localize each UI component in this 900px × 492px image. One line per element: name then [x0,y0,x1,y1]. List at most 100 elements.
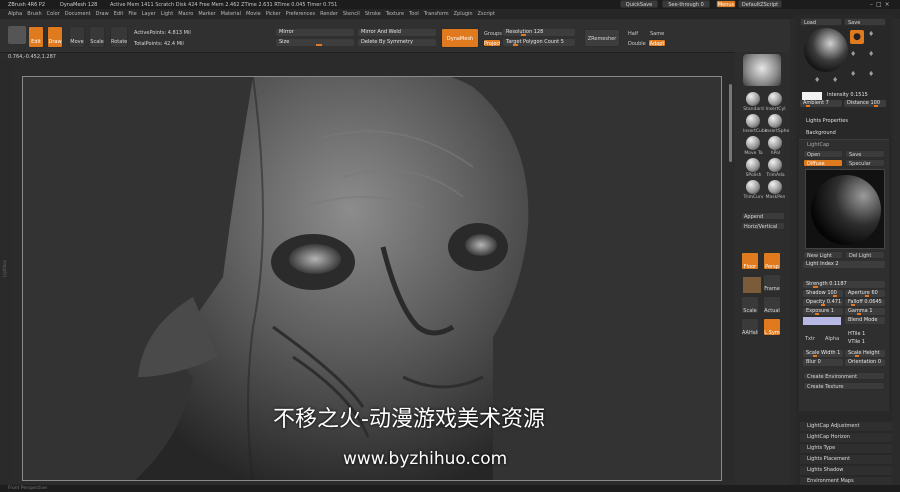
see-through-slider[interactable]: See-through 0 [662,0,710,8]
brush-maskpen-icon[interactable] [768,180,782,194]
quicksave-button[interactable]: QuickSave [620,0,658,8]
blend-mode-selector[interactable]: Blend Mode [845,317,885,324]
frame-button[interactable]: Frame [763,274,781,292]
blur-slider[interactable]: Blur 0 [803,359,843,366]
draw-button[interactable]: Draw [47,26,63,48]
rotate-button[interactable]: Rotate [110,26,128,48]
horiz-vertical-button[interactable]: Horiz/Vertical [741,222,785,230]
menu-item-edit[interactable]: Edit [114,11,124,17]
window-controls[interactable]: –□× [870,1,893,8]
dynamesh-button[interactable]: DynaMesh [441,28,479,48]
brush-hpol-icon[interactable] [768,136,782,150]
scale-height-slider[interactable]: Scale Height [845,350,885,357]
menu-item-draw[interactable]: Draw [96,11,109,17]
half-button[interactable]: Half [628,31,638,37]
resolution-slider[interactable]: Resolution 128 [503,29,575,36]
brush-trimcurv-icon[interactable] [746,180,760,194]
htile-slider[interactable]: HTile 1 [845,331,885,338]
subpalette-lights-shadow[interactable]: Lights Shadow [800,466,892,475]
gamma-slider[interactable]: Gamma 1 [845,308,885,315]
orientation-slider[interactable]: Orientation 0 [845,359,885,366]
color-swatch[interactable] [743,277,761,293]
open-button[interactable]: Open [803,150,843,158]
mirror-and-weld-button[interactable]: Mirror And Weld [358,29,436,36]
intensity-slider[interactable]: Intensity 0.1515 [824,92,884,99]
delete-by-symmetry-button[interactable]: Delete By Symmetry [358,39,436,46]
mirror-button[interactable]: Mirror [276,29,354,36]
menu-item-marker[interactable]: Marker [198,11,215,17]
scale-button[interactable]: Scale [741,296,759,314]
brush-insertcube-icon[interactable] [746,114,760,128]
brush-standard-icon[interactable] [746,92,760,106]
light-bulb-icon[interactable]: ♦ [850,50,856,58]
del-light-button[interactable]: Del Light [845,251,885,259]
light-tint-swatch[interactable] [803,317,841,325]
menu-item-preferences[interactable]: Preferences [286,11,315,17]
menu-item-light[interactable]: Light [161,11,173,17]
txtr-button[interactable]: Txtr [805,336,815,342]
brush-moveta-icon[interactable] [746,136,760,150]
scale-width-slider[interactable]: Scale Width 1 [803,350,843,357]
brush-insertsphe-icon[interactable] [768,114,782,128]
menu-item-render[interactable]: Render [320,11,338,17]
lightcap-header[interactable]: LightCap [807,142,829,148]
menu-item-color[interactable]: Color [47,11,60,17]
strength-slider[interactable]: Strength 0.1187 [803,281,885,288]
exposure-slider[interactable]: Exposure 1 [803,308,843,315]
menu-item-document[interactable]: Document [65,11,91,17]
lsym-button[interactable]: L.Sym [763,318,781,336]
menu-item-picker[interactable]: Picker [266,11,281,17]
double-button[interactable]: Double [628,41,646,47]
menu-item-alpha[interactable]: Alpha [8,11,22,17]
append-button[interactable]: Append [741,212,785,220]
light-index-slider[interactable]: Light Index 2 [803,261,885,268]
menu-item-layer[interactable]: Layer [142,11,156,17]
light-bulb-icon[interactable]: ♦ [850,70,856,78]
menu-item-tool[interactable]: Tool [409,11,419,17]
opacity-slider[interactable]: Opacity 0.471 [803,299,843,306]
light-bulb-icon[interactable]: ♦ [868,50,874,58]
floor-button[interactable]: Floor [741,252,759,270]
subpalette-lightcap-adjustment[interactable]: LightCap Adjustment [800,422,892,431]
menu-item-macro[interactable]: Macro [178,11,193,17]
adapt-button[interactable]: Adapt [648,39,666,47]
subpalette-lightcap-horizon[interactable]: LightCap Horizon [800,433,892,442]
scrollbar[interactable] [729,84,732,162]
size-slider[interactable]: Size [276,39,354,46]
edit-button[interactable]: Edit [28,26,44,48]
menu-item-zplugin[interactable]: Zplugin [454,11,473,17]
aahalf-button[interactable]: AAHalf [741,318,759,336]
lightbox-tab[interactable]: Lightbox [2,260,7,277]
aperture-slider[interactable]: Aperture 60 [845,290,885,297]
light-bulb-icon[interactable]: ♦ [814,76,820,84]
light-bulb-icon[interactable]: ♦ [832,76,838,84]
project-button[interactable]: Project [483,39,501,47]
light-bulb-icon[interactable]: ♦ [868,30,874,38]
brush-insertcyl-icon[interactable] [768,92,782,106]
diffuse-tab[interactable]: Diffuse [803,159,843,167]
scale-button[interactable]: Scale [89,26,105,48]
persp-button[interactable]: Persp [763,252,781,270]
load-button[interactable]: Load [800,18,842,26]
groups-label[interactable]: Groups [484,31,502,37]
shadow-slider[interactable]: Shadow 100 [803,290,843,297]
menu-item-texture[interactable]: Texture [386,11,404,17]
same-button[interactable]: Same [650,31,664,37]
move-button[interactable]: Move [69,26,85,48]
menu-item-movie[interactable]: Movie [246,11,261,17]
light-color-swatch[interactable] [802,92,822,100]
vtile-slider[interactable]: VTile 1 [845,339,885,346]
menu-item-stroke[interactable]: Stroke [365,11,381,17]
menu-item-material[interactable]: Material [221,11,241,17]
specular-tab[interactable]: Specular [845,159,885,167]
brush-preview-icon[interactable] [743,54,781,86]
subpalette-lights-type[interactable]: Lights Type [800,444,892,453]
lightcap-preview[interactable] [805,169,885,249]
light-sphere[interactable] [804,28,848,72]
brush-spolish-icon[interactable] [746,158,760,172]
menu-item-file[interactable]: File [128,11,136,17]
light-bulb-icon[interactable]: ♦ [868,70,874,78]
menu-item-zscript[interactable]: Zscript [478,11,495,17]
default-zscript-button[interactable]: DefaultZScript [738,0,782,8]
falloff-slider[interactable]: Falloff 0.0645 [845,299,885,306]
